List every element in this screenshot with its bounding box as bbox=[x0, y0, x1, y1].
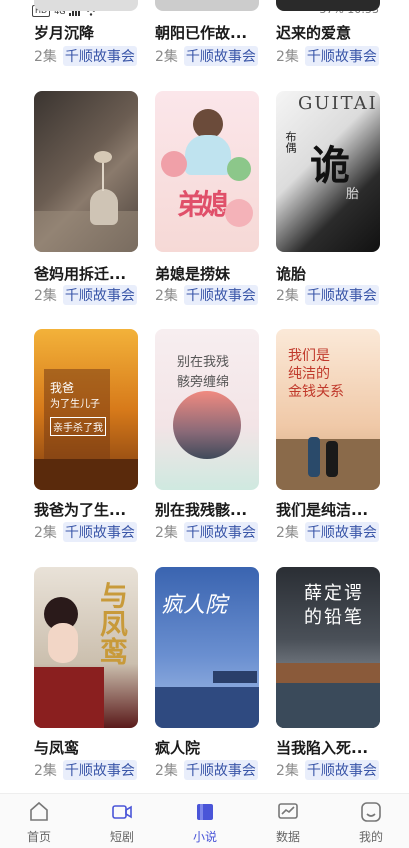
episode-count: 2集 bbox=[155, 49, 178, 65]
novel-title[interactable]: 我们是纯洁... bbox=[276, 499, 388, 520]
cover-line-1: 薛定谔 bbox=[304, 583, 364, 604]
author-tag[interactable]: 千顺故事会 bbox=[183, 522, 258, 542]
novel-title[interactable]: 诡胎 bbox=[276, 263, 388, 284]
novel-meta: 2集 千顺故事会 bbox=[155, 522, 258, 542]
novel-title[interactable]: 迟来的爱意 bbox=[276, 22, 388, 43]
author-tag[interactable]: 千顺故事会 bbox=[183, 46, 258, 66]
book-cover[interactable]: 薛定谔 的铅笔 bbox=[276, 567, 380, 728]
author-tag[interactable]: 千顺故事会 bbox=[304, 285, 379, 305]
video-icon bbox=[112, 805, 132, 819]
novel-title[interactable]: 弟媳是捞妹 bbox=[155, 263, 267, 284]
cover-line-1: 我们是 bbox=[288, 348, 330, 364]
novel-title[interactable]: 别在我残骸... bbox=[155, 499, 267, 520]
book-cover[interactable]: 别在我残 骸旁缠绵 bbox=[155, 329, 259, 490]
episode-count: 2集 bbox=[276, 525, 299, 541]
tab-data[interactable]: 数据 bbox=[253, 800, 323, 845]
book-cover[interactable]: 与凤鸾 bbox=[34, 567, 138, 728]
book-cover[interactable]: 疯人院 bbox=[155, 567, 259, 728]
novel-meta: 2集 千顺故事会 bbox=[34, 760, 137, 780]
episode-count: 2集 bbox=[34, 525, 57, 541]
cover-line-3: 亲手杀了我 bbox=[50, 417, 106, 436]
novel-meta: 2集 千顺故事会 bbox=[276, 46, 379, 66]
author-tag[interactable]: 千顺故事会 bbox=[304, 522, 379, 542]
episode-count: 2集 bbox=[155, 525, 178, 541]
book-cover[interactable]: 弟媳 bbox=[155, 91, 259, 252]
cover-title: 疯人院 bbox=[161, 593, 228, 618]
novel-meta: 2集 千顺故事会 bbox=[276, 760, 379, 780]
cover-line-2: 纯洁的 bbox=[288, 366, 330, 382]
author-tag[interactable]: 千顺故事会 bbox=[62, 285, 137, 305]
book-cover[interactable]: GUITAI 布偶 诡 胎 bbox=[276, 91, 380, 252]
novel-meta: 2集 千顺故事会 bbox=[34, 285, 137, 305]
novel-title[interactable]: 我爸为了生... bbox=[34, 499, 146, 520]
author-tag[interactable]: 千顺故事会 bbox=[183, 285, 258, 305]
home-icon bbox=[30, 801, 48, 821]
cover-line-3: 金钱关系 bbox=[288, 384, 344, 400]
novel-title[interactable]: 与凤鸾 bbox=[34, 737, 146, 758]
novel-meta: 2集 千顺故事会 bbox=[34, 522, 137, 542]
author-tag[interactable]: 千顺故事会 bbox=[62, 522, 137, 542]
episode-count: 2集 bbox=[34, 49, 57, 65]
cover-line-1: 别在我残 bbox=[177, 355, 230, 370]
episode-count: 2集 bbox=[155, 288, 178, 304]
novel-meta: 2集 千顺故事会 bbox=[155, 760, 258, 780]
book-cover[interactable]: 我们是 纯洁的 金钱关系 bbox=[276, 329, 380, 490]
novel-title[interactable]: 爸妈用拆迁... bbox=[34, 263, 146, 284]
cover-line-2: 的铅笔 bbox=[304, 607, 364, 628]
chart-icon bbox=[278, 803, 298, 819]
episode-count: 2集 bbox=[276, 288, 299, 304]
author-tag[interactable]: 千顺故事会 bbox=[304, 46, 379, 66]
cover-side-text: 布偶 bbox=[284, 131, 297, 153]
novel-meta: 2集 千顺故事会 bbox=[155, 46, 258, 66]
book-icon bbox=[197, 804, 213, 820]
bottom-tab-bar: 首页 短剧 小说 数据 我的 bbox=[0, 793, 409, 848]
profile-icon bbox=[361, 802, 381, 822]
author-tag[interactable]: 千顺故事会 bbox=[62, 760, 137, 780]
author-tag[interactable]: 千顺故事会 bbox=[304, 760, 379, 780]
novel-meta: 2集 千顺故事会 bbox=[276, 285, 379, 305]
author-tag[interactable]: 千顺故事会 bbox=[62, 46, 137, 66]
tab-short-drama-label: 短剧 bbox=[109, 830, 134, 844]
novel-title[interactable]: 疯人院 bbox=[155, 737, 267, 758]
episode-count: 2集 bbox=[276, 49, 299, 65]
novel-meta: 2集 千顺故事会 bbox=[276, 522, 379, 542]
tab-home[interactable]: 首页 bbox=[4, 800, 74, 845]
cover-line-2: 为了生儿子 bbox=[50, 399, 100, 410]
cover-title: 诡 bbox=[310, 142, 350, 189]
cover-line-2: 骸旁缠绵 bbox=[177, 375, 230, 390]
book-cover[interactable]: 我爸 为了生儿子 亲手杀了我 bbox=[34, 329, 138, 490]
episode-count: 2集 bbox=[155, 763, 178, 779]
book-cover[interactable] bbox=[155, 0, 259, 11]
tab-data-label: 数据 bbox=[275, 830, 300, 844]
cover-subtitle: 胎 bbox=[346, 187, 360, 202]
tab-profile-label: 我的 bbox=[358, 830, 383, 844]
tab-novel[interactable]: 小说 bbox=[170, 800, 240, 845]
episode-count: 2集 bbox=[34, 763, 57, 779]
cover-top-text: GUITAI bbox=[298, 93, 378, 114]
episode-count: 2集 bbox=[276, 763, 299, 779]
tab-home-label: 首页 bbox=[26, 830, 51, 844]
author-tag[interactable]: 千顺故事会 bbox=[183, 760, 258, 780]
book-cover[interactable] bbox=[34, 0, 138, 11]
novel-title[interactable]: 岁月沉降 bbox=[34, 22, 146, 43]
novel-meta: 2集 千顺故事会 bbox=[34, 46, 137, 66]
novel-title[interactable]: 朝阳已作故... bbox=[155, 22, 267, 43]
episode-count: 2集 bbox=[34, 288, 57, 304]
cover-title: 弟媳 bbox=[177, 188, 229, 221]
cover-title: 与凤鸾 bbox=[96, 581, 129, 665]
book-cover[interactable] bbox=[276, 0, 380, 11]
tab-profile[interactable]: 我的 bbox=[336, 800, 406, 845]
cover-line-1: 我爸 bbox=[50, 381, 75, 395]
tab-short-drama[interactable]: 短剧 bbox=[87, 800, 157, 845]
novel-meta: 2集 千顺故事会 bbox=[155, 285, 258, 305]
book-cover[interactable] bbox=[34, 91, 138, 252]
tab-novel-label: 小说 bbox=[192, 830, 217, 844]
novel-title[interactable]: 当我陷入死... bbox=[276, 737, 388, 758]
